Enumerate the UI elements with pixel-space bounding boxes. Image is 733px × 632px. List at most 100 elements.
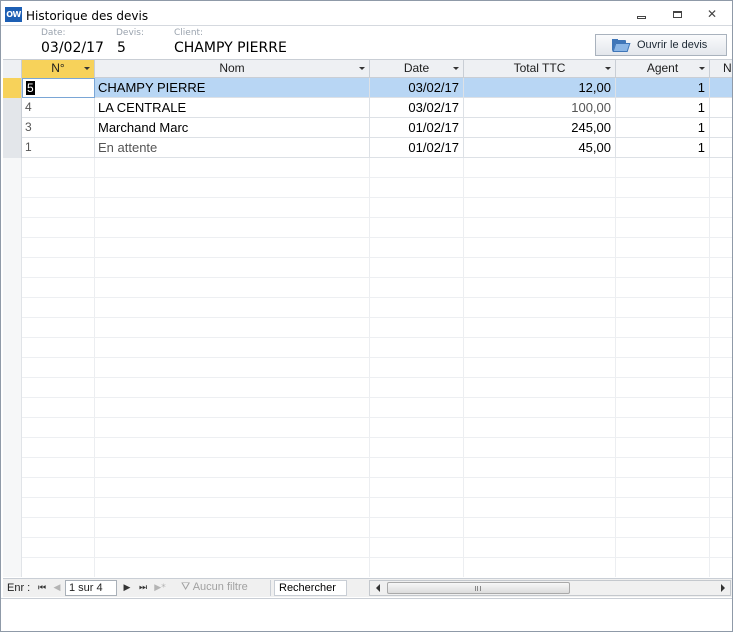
last-record-icon[interactable]: ⏭: [137, 581, 149, 595]
new-record-icon[interactable]: ▶*: [154, 581, 166, 595]
empty-row: [3, 258, 732, 278]
column-label-more: N: [723, 61, 732, 75]
close-button[interactable]: ✕: [702, 6, 722, 22]
cell-total[interactable]: 45,00: [464, 138, 616, 158]
row-selector[interactable]: [3, 138, 22, 158]
dropdown-arrow-icon[interactable]: [453, 67, 459, 70]
column-label-num: N°: [51, 61, 65, 75]
previous-record-icon[interactable]: ◀: [51, 581, 63, 595]
row-selector: [3, 178, 22, 198]
dropdown-arrow-icon[interactable]: [605, 67, 611, 70]
minimize-icon: [636, 15, 646, 19]
dropdown-arrow-icon[interactable]: [359, 67, 365, 70]
row-selector: [3, 378, 22, 398]
column-header-num[interactable]: N°: [22, 60, 95, 78]
cell-total[interactable]: 100,00: [464, 98, 616, 118]
open-quote-label: Ouvrir le devis: [637, 39, 708, 51]
row-selector-header[interactable]: [3, 60, 22, 78]
column-label-date: Date: [403, 61, 430, 75]
row-selector: [3, 398, 22, 418]
row-selector[interactable]: [3, 78, 22, 98]
column-header-row: N° Nom Date Total TTC Agent N: [3, 60, 732, 78]
empty-row: [3, 398, 732, 418]
row-selector: [3, 478, 22, 498]
cell-num[interactable]: 1: [22, 138, 95, 158]
cell-date[interactable]: 03/02/17: [370, 98, 464, 118]
filter-toggle[interactable]: ⛛ Aucun filtre: [175, 580, 271, 596]
column-header-more[interactable]: N: [710, 60, 732, 78]
empty-row: [3, 218, 732, 238]
scroll-left-button[interactable]: [370, 581, 385, 595]
status-bar: [1, 598, 732, 631]
empty-row: [3, 338, 732, 358]
cell-date[interactable]: 01/02/17: [370, 138, 464, 158]
cell-num-value: 5: [26, 81, 35, 95]
cell-nom[interactable]: En attente: [95, 138, 370, 158]
row-selector[interactable]: [3, 98, 22, 118]
quotes-grid: N° Nom Date Total TTC Agent N 5 CHAMPY P…: [3, 59, 732, 577]
search-input[interactable]: Rechercher: [274, 580, 347, 596]
empty-row: [3, 158, 732, 178]
next-record-icon[interactable]: ▶: [121, 581, 133, 595]
cell-agent[interactable]: 1: [616, 78, 710, 98]
dropdown-arrow-icon[interactable]: [84, 67, 90, 70]
column-header-nom[interactable]: Nom: [95, 60, 370, 78]
row-selector: [3, 538, 22, 558]
column-header-date[interactable]: Date: [370, 60, 464, 78]
row-selector: [3, 198, 22, 218]
row-selector: [3, 158, 22, 178]
horizontal-scrollbar[interactable]: [369, 580, 731, 596]
app-icon: OW: [5, 7, 22, 22]
empty-row: [3, 478, 732, 498]
close-icon: ✕: [706, 7, 718, 21]
column-header-total[interactable]: Total TTC: [464, 60, 616, 78]
devis-label: Devis:: [116, 28, 145, 38]
table-row[interactable]: 5 CHAMPY PIERRE 03/02/17 12,00 1: [3, 78, 732, 98]
empty-row: [3, 438, 732, 458]
table-row[interactable]: 4 LA CENTRALE 03/02/17 100,00 1: [3, 98, 732, 118]
dropdown-arrow-icon[interactable]: [699, 67, 705, 70]
current-record-input[interactable]: 1 sur 4: [65, 580, 117, 596]
row-selector[interactable]: [3, 118, 22, 138]
row-selector: [3, 518, 22, 538]
cell-date[interactable]: 01/02/17: [370, 118, 464, 138]
column-header-agent[interactable]: Agent: [616, 60, 710, 78]
table-row[interactable]: 1 En attente 01/02/17 45,00 1: [3, 138, 732, 158]
scroll-right-button[interactable]: [715, 581, 730, 595]
cell-num[interactable]: 3: [22, 118, 95, 138]
empty-row: [3, 358, 732, 378]
client-label: Client:: [174, 28, 204, 38]
empty-row: [3, 518, 732, 538]
cell-nom[interactable]: Marchand Marc: [95, 118, 370, 138]
table-row[interactable]: 3 Marchand Marc 01/02/17 245,00 1: [3, 118, 732, 138]
cell-nom[interactable]: LA CENTRALE: [95, 98, 370, 118]
empty-row: [3, 318, 732, 338]
row-selector: [3, 458, 22, 478]
maximize-button[interactable]: [667, 6, 687, 22]
cell-date[interactable]: 03/02/17: [370, 78, 464, 98]
empty-row: [3, 538, 732, 558]
empty-row: [3, 198, 732, 218]
scroll-thumb[interactable]: [387, 582, 570, 594]
scroll-left-icon: [375, 584, 380, 592]
row-selector: [3, 358, 22, 378]
open-quote-button[interactable]: Ouvrir le devis: [595, 34, 727, 56]
date-value: 03/02/17: [41, 40, 104, 56]
empty-row: [3, 298, 732, 318]
title-bar: OW Historique des devis ✕: [1, 1, 732, 25]
cell-agent[interactable]: 1: [616, 118, 710, 138]
minimize-button[interactable]: [631, 6, 651, 22]
empty-row: [3, 378, 732, 398]
cell-num[interactable]: 5: [22, 78, 95, 98]
cell-total[interactable]: 245,00: [464, 118, 616, 138]
row-selector: [3, 278, 22, 298]
cell-num[interactable]: 4: [22, 98, 95, 118]
column-label-agent: Agent: [646, 61, 679, 75]
row-selector: [3, 498, 22, 518]
cell-agent[interactable]: 1: [616, 98, 710, 118]
cell-nom[interactable]: CHAMPY PIERRE: [95, 78, 370, 98]
row-selector: [3, 558, 22, 577]
cell-agent[interactable]: 1: [616, 138, 710, 158]
cell-total[interactable]: 12,00: [464, 78, 616, 98]
first-record-icon[interactable]: ⏮: [36, 581, 48, 595]
